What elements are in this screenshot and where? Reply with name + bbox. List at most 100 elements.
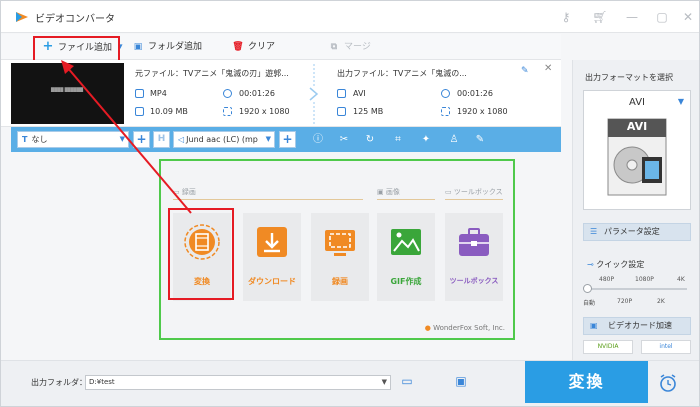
output-folder-field[interactable]: D:¥test ▼ [85, 375, 391, 390]
source-file-name: 元ファイル：TVアニメ「鬼滅の刃」遊郭... [135, 69, 289, 78]
output-folder-value: D:¥test [89, 378, 115, 386]
quick-tick-480p: 480P [599, 276, 615, 283]
subtitle-select[interactable]: T なし ▼ [17, 131, 129, 148]
effects-wand-icon[interactable]: ✦ [419, 133, 433, 147]
chevron-down-icon: ▼ [677, 97, 684, 106]
quick-tick-auto: 自動 [583, 300, 596, 307]
quick-settings-slider-handle[interactable] [583, 284, 592, 293]
add-audio-button[interactable]: + [279, 131, 296, 148]
gif-maker-card[interactable]: GIF作成 [377, 213, 435, 301]
subtitle-value: なし [31, 135, 48, 144]
quick-settings-slider[interactable] [587, 288, 687, 290]
output-size-icon [337, 107, 346, 116]
clear-button[interactable]: 🗑︎ クリア [231, 38, 275, 56]
parameter-settings-label: パラメータ設定 [604, 227, 660, 236]
brand-text: WonderFox Soft, Inc. [433, 324, 505, 332]
record-card[interactable]: 録画 [311, 213, 369, 301]
quick-tick-4k: 4K [677, 276, 685, 283]
add-folder-button[interactable]: ▣ フォルダ追加 [131, 38, 202, 56]
merge-button[interactable]: ⧉ マージ [327, 38, 371, 56]
quick-tick-1080p: 1080P [635, 276, 654, 283]
output-format-icon [337, 89, 346, 98]
edit-name-icon[interactable]: ✎ [521, 66, 529, 76]
convert-button[interactable]: 変換 [525, 361, 648, 403]
output-duration: 00:01:26 [457, 89, 493, 98]
edit-pen-icon[interactable]: ✎ [473, 133, 487, 147]
scissors-icon[interactable]: ✂ [337, 133, 351, 147]
video-thumbnail[interactable]: ████ ██████ [11, 63, 124, 124]
edit-options-bar: T なし ▼ + H ◁ Jund aac (LC) (mp ▼ + ⓘ ✂ ↻ ⌗… [11, 127, 561, 152]
chevron-down-icon: ▼ [265, 135, 271, 143]
app-logo-icon [16, 12, 28, 22]
audio-track-select[interactable]: ◁ Jund aac (LC) (mp ▼ [173, 131, 275, 148]
record-section-label: ▭ 録画 [173, 188, 196, 196]
remove-file-icon[interactable]: ✕ [544, 63, 552, 74]
subtitle-settings-button[interactable]: H [153, 131, 170, 148]
file-item-row[interactable]: ████ ██████ 元ファイル：TVアニメ「鬼滅の刃」遊郭... MP4 0… [1, 60, 561, 127]
add-subtitle-button[interactable]: + [133, 131, 150, 148]
window-title: ビデオコンバータ [35, 14, 115, 25]
folder-icon: ▣ [133, 42, 143, 52]
chevron-down-icon: ▼ [381, 378, 387, 386]
parameter-settings-button[interactable]: ☰ パラメータ設定 [583, 223, 691, 241]
output-folder-label: 出力フォルダ： [31, 378, 87, 387]
toolbox-icon [459, 228, 489, 256]
info-icon[interactable]: ⓘ [311, 133, 325, 147]
output-format-selector[interactable]: AVI ▼ AVI [583, 90, 691, 210]
chevron-down-icon: ▼ [119, 135, 125, 143]
quick-settings-text: クイック設定 [596, 260, 645, 269]
add-folder-label: フォルダ追加 [148, 42, 203, 52]
gpu-acceleration-label: ビデオカード加速 [608, 321, 672, 330]
alarm-clock-icon[interactable] [658, 373, 678, 393]
close-icon[interactable]: ✕ [679, 8, 697, 26]
open-folder-icon[interactable]: ▣ [453, 374, 469, 388]
rotate-icon[interactable]: ↻ [363, 133, 377, 147]
merge-icon: ⧉ [330, 42, 338, 52]
key-icon[interactable]: ⚷ [557, 8, 575, 26]
selected-format-name: AVI [629, 97, 645, 108]
source-size: 10.09 MB [150, 107, 188, 116]
source-format: MP4 [150, 89, 167, 98]
cart-icon[interactable]: 🛒︎ [591, 8, 609, 26]
title-bar: ビデオコンバータ ⚷ 🛒︎ — ▢ ✕ [1, 1, 699, 33]
nvidia-toggle[interactable]: NVIDIA [583, 340, 633, 354]
intel-label: intel [659, 343, 673, 350]
gif-maker-card-label: GIF作成 [390, 277, 422, 286]
watermark-icon[interactable]: ♙ [447, 133, 461, 147]
quick-settings-icon: ⊸ [587, 260, 597, 269]
clear-label: クリア [248, 42, 276, 52]
gpu-chip-icon: ▣ [590, 321, 598, 330]
sliders-icon: ☰ [590, 227, 598, 236]
divider [377, 199, 435, 200]
highlight-add-file [33, 36, 120, 62]
toolbox-card-label: ツールボックス [449, 277, 499, 285]
image-section-label: ▣ 画像 [377, 188, 400, 196]
toolbox-card[interactable]: ツールボックス [445, 213, 503, 301]
thumbnail-caption: ████ ██████ [51, 87, 84, 92]
output-format-panel: 出力フォーマットを選択 AVI ▼ AVI ☰ パラメータ設定 ⊸ クイック設定… [572, 60, 699, 360]
output-resolution: 1920 x 1080 [457, 107, 508, 116]
resolution-icon [223, 107, 232, 116]
download-card[interactable]: ダウンロード [243, 213, 301, 301]
divider [173, 199, 363, 200]
speaker-icon: ◁ [178, 135, 185, 144]
duration-icon [223, 89, 232, 98]
image-section-text: 画像 [385, 188, 400, 196]
maximize-icon[interactable]: ▢ [653, 8, 671, 26]
bottom-bar: 出力フォルダ： D:¥test ▼ ▭ ▣ 変換 [1, 360, 699, 406]
output-format: AVI [353, 89, 366, 98]
crop-icon[interactable]: ⌗ [391, 133, 405, 147]
quick-settings-label: ⊸ クイック設定 [587, 259, 644, 270]
merge-label: マージ [344, 42, 371, 52]
image-gif-icon [391, 229, 421, 255]
download-card-label: ダウンロード [248, 277, 296, 286]
output-resolution-icon [441, 107, 450, 116]
wonderfox-logo-icon: ● [424, 324, 431, 332]
minimize-icon[interactable]: — [623, 8, 641, 26]
screen-record-icon [325, 230, 355, 256]
browse-folder-icon[interactable]: ▭ [399, 374, 415, 388]
intel-toggle[interactable]: intel [641, 340, 691, 354]
output-duration-icon [441, 89, 450, 98]
gpu-acceleration-button[interactable]: ▣ ビデオカード加速 [583, 317, 691, 335]
highlight-convert-card [168, 208, 234, 300]
